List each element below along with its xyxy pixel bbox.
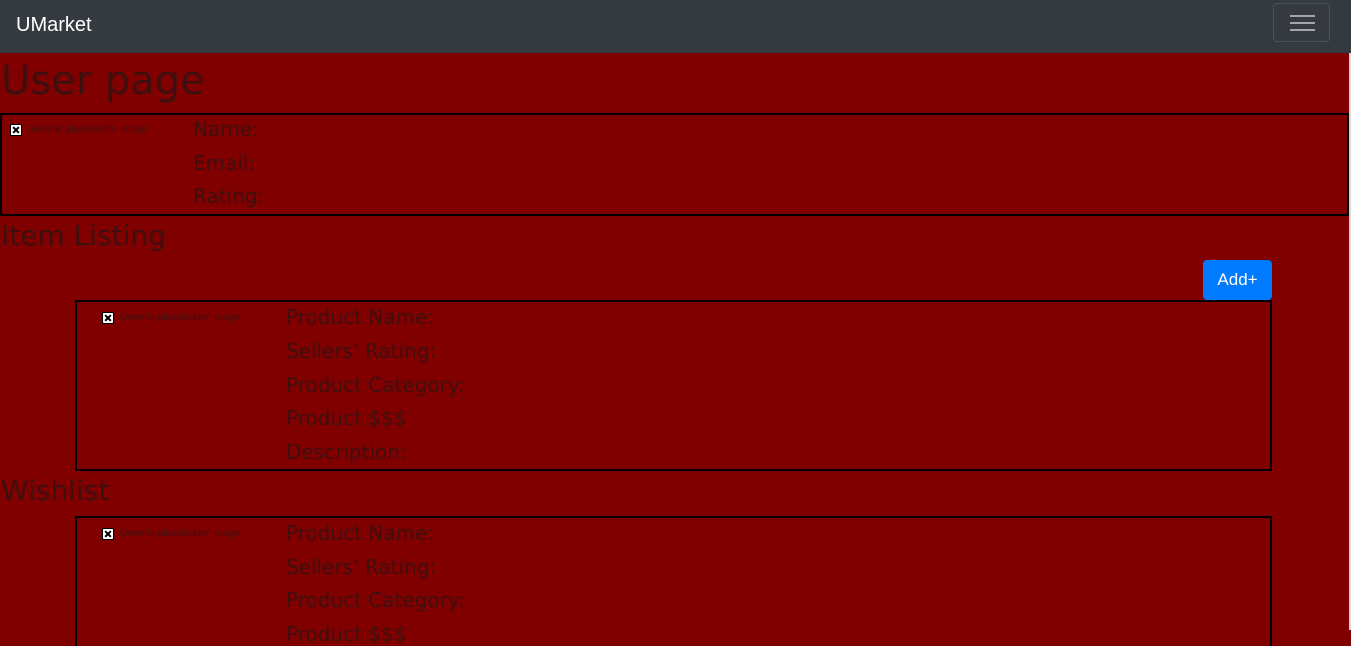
product-name-label: Product Name: <box>286 305 435 329</box>
item-listing-heading: Item Listing <box>1 219 166 252</box>
image-alt-text: Generic placeholder image <box>120 312 240 323</box>
hamburger-menu-icon-bar <box>1290 22 1315 24</box>
product-price-label: Product $$$ <box>286 406 407 430</box>
profile-card: Generic placeholder image Name: Email: R… <box>0 113 1349 216</box>
product-name-label: Product Name: <box>286 521 435 545</box>
brand-link[interactable]: UMarket <box>16 12 92 38</box>
broken-image-icon <box>102 528 114 540</box>
profile-name-label: Name: <box>193 117 259 141</box>
profile-rating-label: Rating: <box>193 184 265 208</box>
page-title: User page <box>1 58 205 104</box>
product-category-label: Product Category: <box>286 588 465 612</box>
navbar-toggler-button[interactable] <box>1273 3 1330 42</box>
broken-image-icon <box>10 124 22 136</box>
hamburger-menu-icon-bar <box>1290 29 1315 31</box>
description-label: Description: <box>286 440 407 464</box>
profile-email-label: Email: <box>193 151 256 175</box>
wishlist-heading: Wishlist <box>1 474 110 507</box>
broken-image-icon <box>102 312 114 324</box>
image-alt-text: Generic placeholder image <box>120 528 240 539</box>
item-listing-card[interactable]: Generic placeholder image Product Name: … <box>75 300 1272 471</box>
sellers-rating-label: Sellers' Rating: <box>286 339 437 363</box>
image-alt-text: Generic placeholder image <box>28 124 148 135</box>
wishlist-item-image: Generic placeholder image <box>102 526 240 542</box>
add-item-button[interactable]: Add+ <box>1203 260 1272 300</box>
item-image: Generic placeholder image <box>102 310 240 326</box>
product-price-label: Product $$$ <box>286 622 407 646</box>
navbar: UMarket <box>0 0 1351 53</box>
product-category-label: Product Category: <box>286 373 465 397</box>
profile-image: Generic placeholder image <box>10 122 148 138</box>
sellers-rating-label: Sellers' Rating: <box>286 555 437 579</box>
hamburger-menu-icon <box>1290 15 1315 17</box>
wishlist-card[interactable]: Generic placeholder image Product Name: … <box>75 516 1272 646</box>
